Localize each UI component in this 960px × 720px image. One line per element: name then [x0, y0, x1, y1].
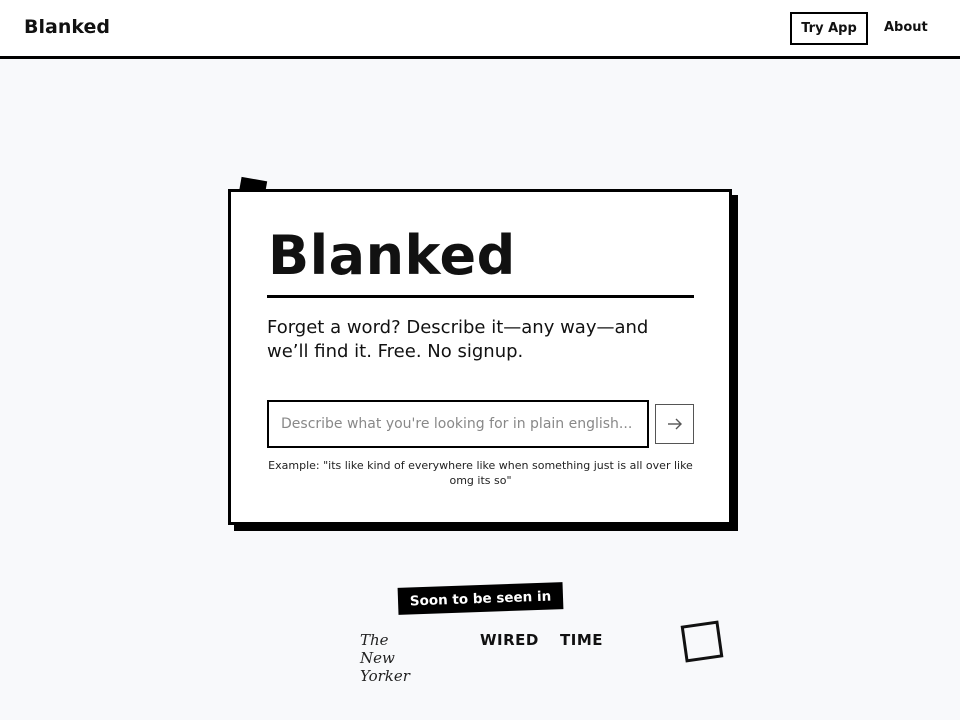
square-decoration — [680, 620, 724, 663]
new-yorker-logo: The New Yorker — [360, 631, 410, 685]
hero-title: Blanked — [268, 224, 516, 287]
hero-tagline: Forget a word? Describe it—any way—and w… — [267, 317, 649, 362]
hero-card: Blanked Forget a word? Describe it—any w… — [228, 189, 732, 525]
try-app-button[interactable]: Try App — [790, 12, 868, 45]
arrow-right-icon — [667, 418, 682, 430]
brand-logo[interactable]: Blanked — [24, 16, 110, 38]
submit-search-button[interactable] — [655, 404, 694, 444]
title-divider — [267, 295, 694, 298]
describe-input[interactable] — [267, 400, 649, 448]
top-navbar: Blanked Try App About — [0, 0, 960, 59]
soon-to-be-seen-badge: Soon to be seen in — [397, 582, 564, 615]
wired-logo: WIRED — [480, 631, 539, 649]
time-logo: TIME — [560, 631, 603, 649]
about-link[interactable]: About — [884, 20, 928, 35]
example-hint: Example: "its like kind of everywhere li… — [268, 459, 693, 487]
